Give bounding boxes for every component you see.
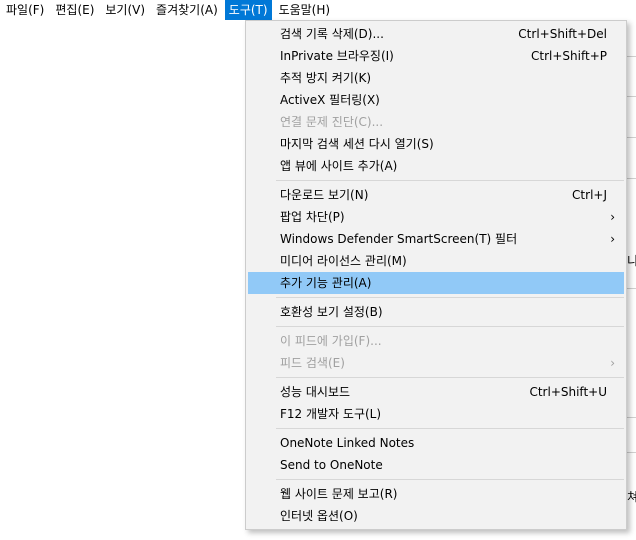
menu-file[interactable]: 파일(F): [0, 0, 48, 20]
background-divider: [627, 137, 636, 138]
menu-item-view-downloads[interactable]: 다운로드 보기(N) Ctrl+J: [248, 184, 624, 206]
menu-separator: [276, 428, 624, 429]
menu-item-feed-discovery: 피드 검색(E) ›: [248, 352, 624, 374]
background-divider: [627, 178, 636, 179]
menu-item-inprivate-browsing[interactable]: InPrivate 브라우징(I) Ctrl+Shift+P: [248, 45, 624, 67]
submenu-arrow-icon: ›: [610, 232, 615, 246]
menu-item-label: 팝업 차단(P): [280, 210, 345, 224]
menu-item-label: F12 개발자 도구(L): [280, 407, 382, 421]
menu-separator: [276, 479, 624, 480]
menu-item-tracking-protection[interactable]: 추적 방지 켜기(K): [248, 67, 624, 89]
menu-separator: [276, 180, 624, 181]
menu-item-smartscreen-filter[interactable]: Windows Defender SmartScreen(T) 필터 ›: [248, 228, 624, 250]
menu-item-label: 마지막 검색 세션 다시 열기(S): [280, 137, 434, 151]
menu-item-label: ActiveX 필터링(X): [280, 93, 380, 107]
menu-item-report-website-problems[interactable]: 웹 사이트 문제 보고(R): [248, 483, 624, 505]
menu-item-label: 추적 방지 켜기(K): [280, 71, 372, 85]
menu-item-label: 성능 대시보드: [280, 385, 351, 399]
menu-separator: [276, 297, 624, 298]
menu-item-diagnose-connection: 연결 문제 진단(C)...: [248, 111, 624, 133]
menu-item-compatibility-view-settings[interactable]: 호환성 보기 설정(B): [248, 301, 624, 323]
menu-item-delete-browsing-history[interactable]: 검색 기록 삭제(D)... Ctrl+Shift+Del: [248, 23, 624, 45]
menu-item-label: 웹 사이트 문제 보고(R): [280, 487, 398, 501]
menu-item-label: 인터넷 옵션(O): [280, 509, 358, 523]
menu-item-shortcut: Ctrl+Shift+P: [531, 49, 607, 63]
menu-item-f12-developer-tools[interactable]: F12 개발자 도구(L): [248, 403, 624, 425]
menu-item-label: Windows Defender SmartScreen(T) 필터: [280, 232, 518, 246]
menu-item-shortcut: Ctrl+Shift+U: [529, 385, 607, 399]
menu-help[interactable]: 도움말(H): [275, 0, 335, 20]
menu-item-send-to-onenote[interactable]: Send to OneNote: [248, 454, 624, 476]
menu-item-shortcut: Ctrl+J: [572, 188, 607, 202]
menu-bar: 파일(F) 편집(E) 보기(V) 즐겨찾기(A) 도구(T) 도움말(H): [0, 0, 636, 20]
menu-item-shortcut: Ctrl+Shift+Del: [518, 27, 607, 41]
menu-item-activex-filtering[interactable]: ActiveX 필터링(X): [248, 89, 624, 111]
menu-tools[interactable]: 도구(T): [224, 0, 272, 20]
menu-item-label: 검색 기록 삭제(D)...: [280, 27, 384, 41]
menu-favorites[interactable]: 즐겨찾기(A): [152, 0, 222, 20]
menu-item-label: Send to OneNote: [280, 458, 383, 472]
menu-item-label: 피드 검색(E): [280, 356, 345, 370]
background-text-fragment: 쳐: [627, 490, 636, 504]
menu-item-label: 앱 뷰에 사이트 추가(A): [280, 159, 398, 173]
submenu-arrow-icon: ›: [610, 356, 615, 370]
background-divider: [627, 96, 636, 97]
menu-item-onenote-linked-notes[interactable]: OneNote Linked Notes: [248, 432, 624, 454]
submenu-arrow-icon: ›: [610, 210, 615, 224]
menu-item-label: 이 피드에 가입(F)...: [280, 334, 382, 348]
menu-item-label: 다운로드 보기(N): [280, 188, 369, 202]
background-divider: [627, 56, 636, 57]
menu-item-subscribe-to-feed: 이 피드에 가입(F)...: [248, 330, 624, 352]
menu-item-label: 추가 기능 관리(A): [280, 276, 372, 290]
menu-separator: [276, 326, 624, 327]
tools-dropdown-menu: 검색 기록 삭제(D)... Ctrl+Shift+Del InPrivate …: [245, 20, 627, 530]
background-divider: [627, 288, 636, 289]
menu-item-label: 호환성 보기 설정(B): [280, 305, 383, 319]
menu-item-popup-blocker[interactable]: 팝업 차단(P) ›: [248, 206, 624, 228]
menu-item-reopen-last-session[interactable]: 마지막 검색 세션 다시 열기(S): [248, 133, 624, 155]
menu-view[interactable]: 보기(V): [101, 0, 149, 20]
menu-edit[interactable]: 편집(E): [51, 0, 98, 20]
background-divider: [627, 417, 636, 418]
menu-separator: [276, 377, 624, 378]
menu-item-performance-dashboard[interactable]: 성능 대시보드 Ctrl+Shift+U: [248, 381, 624, 403]
menu-item-internet-options[interactable]: 인터넷 옵션(O): [248, 505, 624, 527]
menu-item-label: 미디어 라이선스 관리(M): [280, 254, 407, 268]
menu-item-label: InPrivate 브라우징(I): [280, 49, 394, 63]
background-divider: [627, 452, 636, 453]
menu-item-label: 연결 문제 진단(C)...: [280, 115, 384, 129]
background-text-fragment: 니: [627, 254, 636, 268]
menu-item-label: OneNote Linked Notes: [280, 436, 415, 450]
menu-item-add-site-to-apps[interactable]: 앱 뷰에 사이트 추가(A): [248, 155, 624, 177]
menu-item-media-licenses[interactable]: 미디어 라이선스 관리(M): [248, 250, 624, 272]
menu-item-manage-add-ons[interactable]: 추가 기능 관리(A): [248, 272, 624, 294]
